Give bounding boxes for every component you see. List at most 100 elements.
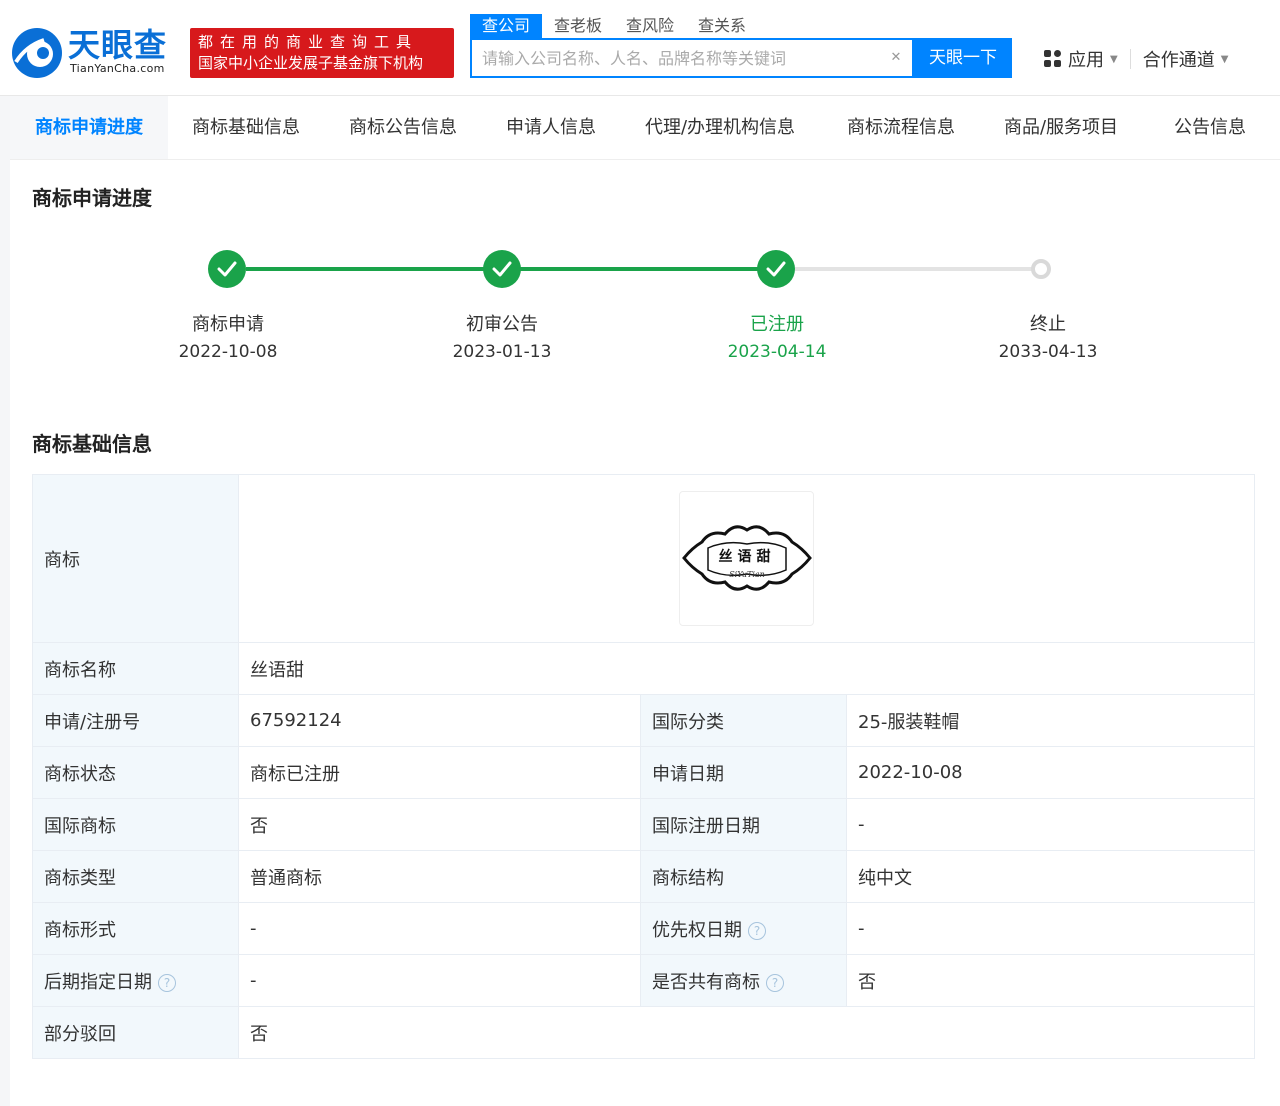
table-value: 纯中文 xyxy=(846,850,1255,903)
step-done-check-icon xyxy=(208,250,246,288)
table-value: 2022-10-08 xyxy=(846,746,1255,799)
table-key: 国际分类 xyxy=(640,694,847,747)
step-done-check-icon xyxy=(483,250,521,288)
table-value: - xyxy=(238,902,641,955)
table-value: - xyxy=(846,798,1255,851)
trademark-info-table: 商标 丝语甜 SiYuTian 商标名称 丝语甜 申请/注册号 67592124… xyxy=(32,474,1255,1059)
divider xyxy=(1129,49,1131,69)
table-key: 申请/注册号 xyxy=(32,694,239,747)
step-label: 商标申请 xyxy=(192,314,264,335)
trademark-image-cell: 丝语甜 SiYuTian xyxy=(238,474,1255,643)
search-tab-risk[interactable]: 查风险 xyxy=(614,14,686,38)
close-icon[interactable]: ✕ xyxy=(888,50,904,66)
table-value: 商标已注册 xyxy=(238,746,641,799)
table-key: 商标形式 xyxy=(32,902,239,955)
table-key: 申请日期 xyxy=(640,746,847,799)
help-icon[interactable]: ? xyxy=(748,921,766,940)
table-value: 67592124 xyxy=(238,694,641,747)
table-key-cell: 是否共有商标? xyxy=(640,954,847,1007)
table-row: 商标形式 - 优先权日期? - xyxy=(32,902,1255,955)
table-value: 否 xyxy=(238,798,641,851)
table-key: 商标名称 xyxy=(32,642,239,695)
step-pending-circle-icon xyxy=(1031,259,1051,279)
header-right-nav: 应用 ▼ 合作通道 ▼ xyxy=(1044,44,1228,74)
banner-line2: 国家中小企业发展子基金旗下机构 xyxy=(198,54,424,72)
step-label: 初审公告 xyxy=(466,314,538,335)
trademark-image[interactable]: 丝语甜 SiYuTian xyxy=(679,491,814,626)
help-icon[interactable]: ? xyxy=(158,973,176,992)
tab-process-info[interactable]: 商标流程信息 xyxy=(820,96,982,159)
logo-domain: TianYanCha.com xyxy=(70,62,165,75)
table-row: 国际商标 否 国际注册日期 - xyxy=(32,798,1255,851)
table-key: 后期指定日期 xyxy=(44,971,152,993)
promo-banner: 都在用的商业查询工具 国家中小企业发展子基金旗下机构 xyxy=(190,28,454,78)
chevron-down-icon: ▼ xyxy=(1220,53,1229,65)
step-label: 已注册 xyxy=(750,314,804,335)
table-key: 是否共有商标 xyxy=(652,971,760,993)
table-row: 商标名称 丝语甜 xyxy=(32,642,1255,695)
step-date: 2022-10-08 xyxy=(178,342,278,362)
tab-applicant-info[interactable]: 申请人信息 xyxy=(482,96,620,159)
table-value: 25-服装鞋帽 xyxy=(846,694,1255,747)
table-key: 商标结构 xyxy=(640,850,847,903)
table-key: 商标状态 xyxy=(32,746,239,799)
detail-tabs: 商标申请进度 商标基础信息 商标公告信息 申请人信息 代理/办理机构信息 商标流… xyxy=(10,96,1280,160)
table-value: - xyxy=(238,954,641,1007)
table-key: 部分驳回 xyxy=(32,1006,239,1059)
tab-notice-info[interactable]: 公告信息 xyxy=(1140,96,1280,159)
table-row: 商标状态 商标已注册 申请日期 2022-10-08 xyxy=(32,746,1255,799)
table-key-cell: 优先权日期? xyxy=(640,902,847,955)
tab-agency-info[interactable]: 代理/办理机构信息 xyxy=(620,96,820,159)
chevron-down-icon: ▼ xyxy=(1110,53,1118,65)
table-value: 否 xyxy=(846,954,1255,1007)
partner-menu[interactable]: 合作通道 xyxy=(1143,46,1215,72)
progress-line-pending xyxy=(795,267,1045,271)
search-button[interactable]: 天眼一下 xyxy=(914,38,1012,78)
table-row: 部分驳回 否 xyxy=(32,1006,1255,1059)
apps-grid-icon xyxy=(1044,50,1062,68)
trademark-logo-image: 丝语甜 SiYuTian xyxy=(682,525,812,591)
step-current-check-icon xyxy=(757,250,795,288)
search-tab-company[interactable]: 查公司 xyxy=(470,14,543,38)
table-key: 商标类型 xyxy=(32,850,239,903)
progress-line-done xyxy=(520,267,775,271)
banner-line1: 都在用的商业查询工具 xyxy=(198,33,419,51)
search-tab-boss[interactable]: 查老板 xyxy=(542,14,614,38)
top-header: 天眼查 TianYanCha.com 都在用的商业查询工具 国家中小企业发展子基… xyxy=(0,0,1280,96)
step-date: 2023-04-14 xyxy=(727,342,827,362)
tianyancha-logo-icon xyxy=(12,28,62,78)
search-tab-relation[interactable]: 查关系 xyxy=(686,14,758,38)
step-label: 终止 xyxy=(1030,314,1066,335)
table-row: 后期指定日期? - 是否共有商标? 否 xyxy=(32,954,1255,1007)
search-type-tabs: 查公司 查老板 查风险 查关系 xyxy=(470,14,758,38)
basic-section-title: 商标基础信息 xyxy=(32,432,152,456)
table-value: - xyxy=(846,902,1255,955)
table-key: 优先权日期 xyxy=(652,919,742,941)
table-row: 申请/注册号 67592124 国际分类 25-服装鞋帽 xyxy=(32,694,1255,747)
trademark-logo-text: 丝语甜 xyxy=(719,548,776,565)
apps-menu[interactable]: 应用 xyxy=(1068,46,1104,72)
table-key: 国际注册日期 xyxy=(640,798,847,851)
progress-section-title: 商标申请进度 xyxy=(32,186,152,210)
search-input[interactable] xyxy=(472,40,872,76)
progress-line-done xyxy=(246,267,501,271)
table-row: 商标类型 普通商标 商标结构 纯中文 xyxy=(32,850,1255,903)
table-row: 商标 丝语甜 SiYuTian xyxy=(32,474,1255,643)
table-key: 国际商标 xyxy=(32,798,239,851)
tab-application-progress[interactable]: 商标申请进度 xyxy=(10,96,168,159)
logo-title: 天眼查 xyxy=(68,26,168,64)
step-date: 2023-01-13 xyxy=(452,342,552,362)
trademark-logo-subtext: SiYuTian xyxy=(729,570,765,579)
step-date: 2033-04-13 xyxy=(998,342,1098,362)
table-value: 否 xyxy=(238,1006,1255,1059)
tab-goods-services[interactable]: 商品/服务项目 xyxy=(982,96,1140,159)
table-key-cell: 后期指定日期? xyxy=(32,954,239,1007)
search-box: ✕ xyxy=(470,38,914,78)
table-key: 商标 xyxy=(32,474,239,643)
site-logo[interactable]: 天眼查 TianYanCha.com xyxy=(10,26,180,82)
help-icon[interactable]: ? xyxy=(766,973,784,992)
main-card: 商标申请进度 商标基础信息 商标公告信息 申请人信息 代理/办理机构信息 商标流… xyxy=(10,96,1280,1106)
tab-basic-info[interactable]: 商标基础信息 xyxy=(168,96,324,159)
table-value: 丝语甜 xyxy=(238,642,1255,695)
tab-announcement-info[interactable]: 商标公告信息 xyxy=(324,96,482,159)
